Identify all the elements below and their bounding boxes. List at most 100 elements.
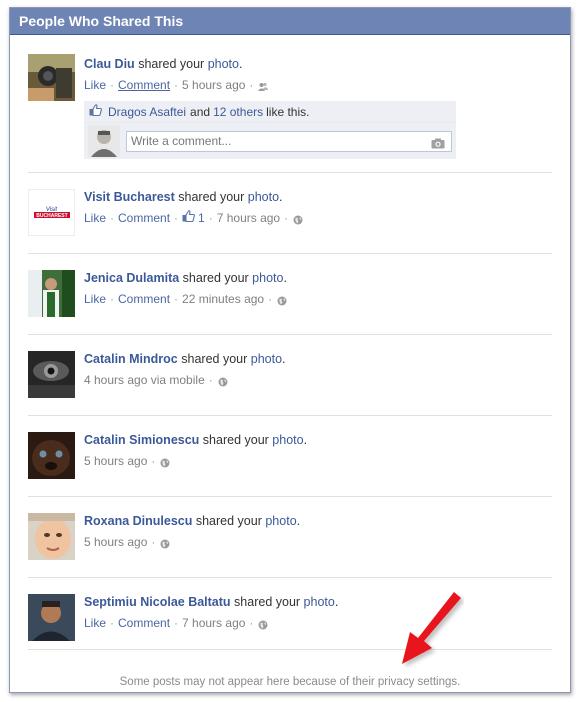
- globe-icon[interactable]: [258, 618, 268, 630]
- comment-link[interactable]: Comment: [118, 615, 170, 631]
- separator: ·: [174, 78, 179, 92]
- photo-link[interactable]: photo: [251, 352, 282, 366]
- like-link[interactable]: Like: [84, 615, 106, 631]
- period: .: [283, 271, 287, 285]
- share-story: Visit BUCHAREST Visit Bucharest shared yo…: [28, 173, 552, 254]
- separator: ·: [174, 211, 179, 225]
- story-body: Jenica Dulamita shared your photo. Like …: [84, 270, 287, 307]
- share-text: shared your: [195, 514, 262, 528]
- separator: ·: [284, 211, 289, 225]
- avatar[interactable]: [28, 513, 75, 560]
- timestamp[interactable]: 5 hours ago: [84, 453, 147, 469]
- liker-link[interactable]: Dragos Asaftei: [108, 105, 186, 119]
- photo-link[interactable]: photo: [272, 433, 303, 447]
- share-text: shared your: [182, 271, 249, 285]
- thumbs-up-icon: [182, 210, 195, 226]
- period: .: [334, 595, 339, 609]
- share-story: Septimiu Nicolae Baltatu shared your pho…: [28, 578, 552, 650]
- actor-name[interactable]: Clau Diu: [84, 57, 135, 71]
- separator: ·: [208, 211, 213, 225]
- photo-link[interactable]: photo: [248, 190, 279, 204]
- comment-link[interactable]: Comment: [118, 77, 170, 93]
- timestamp[interactable]: 5 hours ago: [182, 77, 245, 93]
- period: .: [303, 433, 308, 447]
- timestamp[interactable]: 7 hours ago: [217, 210, 280, 226]
- share-text: shared your: [234, 595, 301, 609]
- comment-placeholder: Write a comment...: [131, 133, 232, 148]
- like-link[interactable]: Like: [84, 210, 106, 226]
- dialog-title: People Who Shared This: [10, 8, 570, 35]
- separator: ·: [249, 78, 254, 92]
- timestamp[interactable]: 4 hours ago via mobile: [84, 372, 205, 388]
- others-link[interactable]: 12 others: [213, 105, 263, 119]
- separator: ·: [208, 373, 213, 387]
- timestamp[interactable]: 5 hours ago: [84, 534, 147, 550]
- timestamp[interactable]: 7 hours ago: [182, 615, 245, 631]
- like-count[interactable]: 1: [182, 210, 205, 226]
- red-arrow-annotation: [394, 586, 464, 671]
- actor-name[interactable]: Roxana Dinulescu: [84, 514, 192, 528]
- friends-icon[interactable]: [258, 80, 269, 91]
- share-story: Catalin Simionescu shared your photo. 5 …: [28, 416, 552, 497]
- thumbs-up-icon: [89, 104, 102, 119]
- actor-name[interactable]: Visit Bucharest: [84, 190, 175, 204]
- avatar[interactable]: [28, 432, 75, 479]
- likes-summary: Dragos Asaftei and 12 others like this.: [84, 101, 456, 123]
- actor-name[interactable]: Catalin Simionescu: [84, 433, 199, 447]
- share-story: Roxana Dinulescu shared your photo. 5 ho…: [28, 497, 552, 578]
- photo-link[interactable]: photo: [208, 57, 239, 71]
- actor-name[interactable]: Septimiu Nicolae Baltatu: [84, 595, 231, 609]
- photo-link[interactable]: photo: [304, 595, 335, 609]
- like-link[interactable]: Like: [84, 77, 106, 93]
- avatar[interactable]: [28, 594, 75, 641]
- period: .: [296, 514, 301, 528]
- avatar[interactable]: [28, 270, 75, 317]
- share-text: shared your: [178, 190, 245, 204]
- comment-input[interactable]: Write a comment...: [126, 130, 452, 155]
- actor-name[interactable]: Jenica Dulamita: [84, 271, 179, 285]
- globe-icon[interactable]: [277, 294, 287, 306]
- like-number: 1: [198, 211, 205, 225]
- story-body: Catalin Simionescu shared your photo. 5 …: [84, 432, 307, 469]
- separator: ·: [151, 535, 156, 549]
- globe-icon[interactable]: [218, 375, 228, 387]
- period: .: [282, 352, 286, 366]
- globe-icon[interactable]: [293, 213, 303, 225]
- period: .: [238, 57, 243, 71]
- comment-composer: Write a comment...: [84, 123, 456, 159]
- feedback-box: Dragos Asaftei and 12 others like this. …: [84, 101, 456, 159]
- actor-name[interactable]: Catalin Mindroc: [84, 352, 178, 366]
- story-body: Clau Diu shared your photo. Like · Comme…: [84, 56, 269, 93]
- like-link[interactable]: Like: [84, 291, 106, 307]
- story-body: Septimiu Nicolae Baltatu shared your pho…: [84, 594, 338, 631]
- shares-dialog: People Who Shared This Clau Diu shared y…: [9, 7, 571, 693]
- separator: ·: [268, 292, 273, 306]
- separator: ·: [110, 78, 115, 92]
- story-body: Roxana Dinulescu shared your photo. 5 ho…: [84, 513, 300, 550]
- separator: ·: [110, 292, 115, 306]
- avatar[interactable]: [28, 351, 75, 398]
- globe-icon[interactable]: [160, 456, 170, 468]
- share-story: Catalin Mindroc shared your photo. 4 hou…: [28, 335, 552, 416]
- share-text: shared your: [202, 433, 269, 447]
- story-body: Catalin Mindroc shared your photo. 4 hou…: [84, 351, 286, 388]
- likes-suffix: like this.: [266, 104, 310, 119]
- separator: ·: [174, 616, 179, 630]
- photo-link[interactable]: photo: [252, 271, 283, 285]
- share-text: shared your: [138, 57, 205, 71]
- comment-link[interactable]: Comment: [118, 210, 170, 226]
- camera-icon[interactable]: [431, 136, 445, 155]
- svg-text:BUCHAREST: BUCHAREST: [36, 213, 67, 219]
- avatar[interactable]: [28, 54, 75, 101]
- avatar[interactable]: Visit BUCHAREST: [28, 189, 75, 236]
- period: .: [279, 190, 283, 204]
- comment-link[interactable]: Comment: [118, 291, 170, 307]
- timestamp[interactable]: 22 minutes ago: [182, 291, 264, 307]
- separator: ·: [110, 211, 115, 225]
- photo-link[interactable]: photo: [265, 514, 296, 528]
- globe-icon[interactable]: [160, 537, 170, 549]
- privacy-notice: Some posts may not appear here because o…: [119, 676, 461, 688]
- share-story: Jenica Dulamita shared your photo. Like …: [28, 254, 552, 335]
- separator: ·: [151, 454, 156, 468]
- separator: ·: [174, 292, 179, 306]
